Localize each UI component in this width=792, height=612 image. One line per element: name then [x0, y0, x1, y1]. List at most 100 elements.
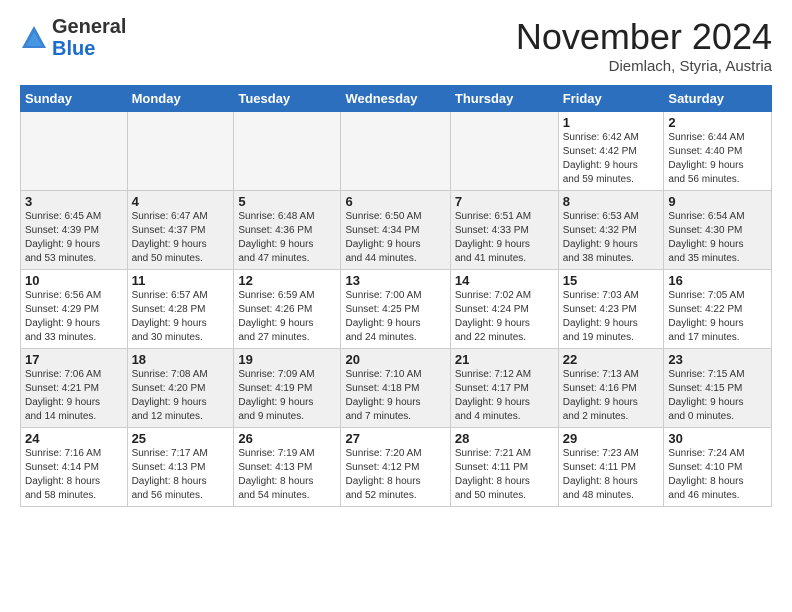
day-number: 26 [238, 431, 336, 446]
day-number: 8 [563, 194, 660, 209]
day-info: Sunrise: 7:08 AM Sunset: 4:20 PM Dayligh… [132, 368, 230, 424]
day-info: Sunrise: 7:20 AM Sunset: 4:12 PM Dayligh… [345, 447, 445, 503]
calendar-cell: 23Sunrise: 7:15 AM Sunset: 4:15 PM Dayli… [664, 349, 772, 428]
logo-text: General Blue [52, 16, 126, 60]
day-number: 5 [238, 194, 336, 209]
day-info: Sunrise: 7:23 AM Sunset: 4:11 PM Dayligh… [563, 447, 660, 503]
calendar-cell [234, 112, 341, 191]
header-row: SundayMondayTuesdayWednesdayThursdayFrid… [21, 86, 772, 112]
calendar-cell: 1Sunrise: 6:42 AM Sunset: 4:42 PM Daylig… [558, 112, 664, 191]
weekday-header: Saturday [664, 86, 772, 112]
day-info: Sunrise: 6:44 AM Sunset: 4:40 PM Dayligh… [668, 131, 767, 187]
day-info: Sunrise: 7:13 AM Sunset: 4:16 PM Dayligh… [563, 368, 660, 424]
calendar-cell: 7Sunrise: 6:51 AM Sunset: 4:33 PM Daylig… [450, 191, 558, 270]
day-info: Sunrise: 7:12 AM Sunset: 4:17 PM Dayligh… [455, 368, 554, 424]
day-info: Sunrise: 6:51 AM Sunset: 4:33 PM Dayligh… [455, 210, 554, 266]
day-info: Sunrise: 6:59 AM Sunset: 4:26 PM Dayligh… [238, 289, 336, 345]
day-info: Sunrise: 6:56 AM Sunset: 4:29 PM Dayligh… [25, 289, 123, 345]
day-info: Sunrise: 7:24 AM Sunset: 4:10 PM Dayligh… [668, 447, 767, 503]
day-number: 13 [345, 273, 445, 288]
day-info: Sunrise: 6:50 AM Sunset: 4:34 PM Dayligh… [345, 210, 445, 266]
logo-icon [20, 24, 48, 52]
day-number: 19 [238, 352, 336, 367]
calendar-week-row: 1Sunrise: 6:42 AM Sunset: 4:42 PM Daylig… [21, 112, 772, 191]
calendar-cell: 11Sunrise: 6:57 AM Sunset: 4:28 PM Dayli… [127, 270, 234, 349]
day-number: 29 [563, 431, 660, 446]
weekday-header: Friday [558, 86, 664, 112]
calendar-week-row: 17Sunrise: 7:06 AM Sunset: 4:21 PM Dayli… [21, 349, 772, 428]
day-number: 16 [668, 273, 767, 288]
calendar-cell: 20Sunrise: 7:10 AM Sunset: 4:18 PM Dayli… [341, 349, 450, 428]
calendar-week-row: 3Sunrise: 6:45 AM Sunset: 4:39 PM Daylig… [21, 191, 772, 270]
page: General Blue November 2024 Diemlach, Sty… [0, 0, 792, 517]
weekday-header: Wednesday [341, 86, 450, 112]
day-number: 1 [563, 115, 660, 130]
logo-blue: Blue [52, 38, 95, 60]
day-info: Sunrise: 7:00 AM Sunset: 4:25 PM Dayligh… [345, 289, 445, 345]
day-info: Sunrise: 7:21 AM Sunset: 4:11 PM Dayligh… [455, 447, 554, 503]
weekday-header: Sunday [21, 86, 128, 112]
day-number: 24 [25, 431, 123, 446]
calendar-cell: 29Sunrise: 7:23 AM Sunset: 4:11 PM Dayli… [558, 428, 664, 507]
logo-general: General [52, 16, 126, 38]
calendar-cell: 27Sunrise: 7:20 AM Sunset: 4:12 PM Dayli… [341, 428, 450, 507]
day-number: 14 [455, 273, 554, 288]
day-info: Sunrise: 6:48 AM Sunset: 4:36 PM Dayligh… [238, 210, 336, 266]
day-info: Sunrise: 6:42 AM Sunset: 4:42 PM Dayligh… [563, 131, 660, 187]
day-number: 6 [345, 194, 445, 209]
day-info: Sunrise: 7:15 AM Sunset: 4:15 PM Dayligh… [668, 368, 767, 424]
calendar-cell: 14Sunrise: 7:02 AM Sunset: 4:24 PM Dayli… [450, 270, 558, 349]
calendar-cell: 21Sunrise: 7:12 AM Sunset: 4:17 PM Dayli… [450, 349, 558, 428]
day-number: 9 [668, 194, 767, 209]
day-info: Sunrise: 6:54 AM Sunset: 4:30 PM Dayligh… [668, 210, 767, 266]
day-info: Sunrise: 7:03 AM Sunset: 4:23 PM Dayligh… [563, 289, 660, 345]
calendar-cell: 22Sunrise: 7:13 AM Sunset: 4:16 PM Dayli… [558, 349, 664, 428]
calendar-cell: 9Sunrise: 6:54 AM Sunset: 4:30 PM Daylig… [664, 191, 772, 270]
day-number: 21 [455, 352, 554, 367]
calendar-cell: 16Sunrise: 7:05 AM Sunset: 4:22 PM Dayli… [664, 270, 772, 349]
day-number: 4 [132, 194, 230, 209]
day-info: Sunrise: 6:47 AM Sunset: 4:37 PM Dayligh… [132, 210, 230, 266]
calendar: SundayMondayTuesdayWednesdayThursdayFrid… [20, 85, 772, 507]
title-block: November 2024 Diemlach, Styria, Austria [516, 16, 772, 75]
calendar-cell: 6Sunrise: 6:50 AM Sunset: 4:34 PM Daylig… [341, 191, 450, 270]
calendar-cell: 26Sunrise: 7:19 AM Sunset: 4:13 PM Dayli… [234, 428, 341, 507]
calendar-cell: 13Sunrise: 7:00 AM Sunset: 4:25 PM Dayli… [341, 270, 450, 349]
day-number: 12 [238, 273, 336, 288]
calendar-cell [450, 112, 558, 191]
calendar-cell: 25Sunrise: 7:17 AM Sunset: 4:13 PM Dayli… [127, 428, 234, 507]
day-number: 23 [668, 352, 767, 367]
day-info: Sunrise: 7:19 AM Sunset: 4:13 PM Dayligh… [238, 447, 336, 503]
calendar-cell [341, 112, 450, 191]
calendar-cell: 3Sunrise: 6:45 AM Sunset: 4:39 PM Daylig… [21, 191, 128, 270]
day-number: 10 [25, 273, 123, 288]
calendar-cell: 8Sunrise: 6:53 AM Sunset: 4:32 PM Daylig… [558, 191, 664, 270]
calendar-cell: 18Sunrise: 7:08 AM Sunset: 4:20 PM Dayli… [127, 349, 234, 428]
weekday-header: Monday [127, 86, 234, 112]
day-number: 27 [345, 431, 445, 446]
calendar-cell: 17Sunrise: 7:06 AM Sunset: 4:21 PM Dayli… [21, 349, 128, 428]
month-title: November 2024 [516, 16, 772, 58]
day-info: Sunrise: 6:53 AM Sunset: 4:32 PM Dayligh… [563, 210, 660, 266]
weekday-header: Thursday [450, 86, 558, 112]
day-number: 2 [668, 115, 767, 130]
day-info: Sunrise: 7:06 AM Sunset: 4:21 PM Dayligh… [25, 368, 123, 424]
calendar-cell: 5Sunrise: 6:48 AM Sunset: 4:36 PM Daylig… [234, 191, 341, 270]
day-number: 7 [455, 194, 554, 209]
calendar-cell: 15Sunrise: 7:03 AM Sunset: 4:23 PM Dayli… [558, 270, 664, 349]
calendar-cell: 2Sunrise: 6:44 AM Sunset: 4:40 PM Daylig… [664, 112, 772, 191]
day-number: 25 [132, 431, 230, 446]
logo: General Blue [20, 16, 126, 60]
calendar-cell [21, 112, 128, 191]
day-number: 20 [345, 352, 445, 367]
day-info: Sunrise: 7:17 AM Sunset: 4:13 PM Dayligh… [132, 447, 230, 503]
day-info: Sunrise: 7:10 AM Sunset: 4:18 PM Dayligh… [345, 368, 445, 424]
calendar-week-row: 24Sunrise: 7:16 AM Sunset: 4:14 PM Dayli… [21, 428, 772, 507]
day-info: Sunrise: 7:09 AM Sunset: 4:19 PM Dayligh… [238, 368, 336, 424]
calendar-cell: 30Sunrise: 7:24 AM Sunset: 4:10 PM Dayli… [664, 428, 772, 507]
day-number: 28 [455, 431, 554, 446]
day-number: 30 [668, 431, 767, 446]
day-number: 18 [132, 352, 230, 367]
header: General Blue November 2024 Diemlach, Sty… [20, 16, 772, 75]
location: Diemlach, Styria, Austria [516, 58, 772, 75]
